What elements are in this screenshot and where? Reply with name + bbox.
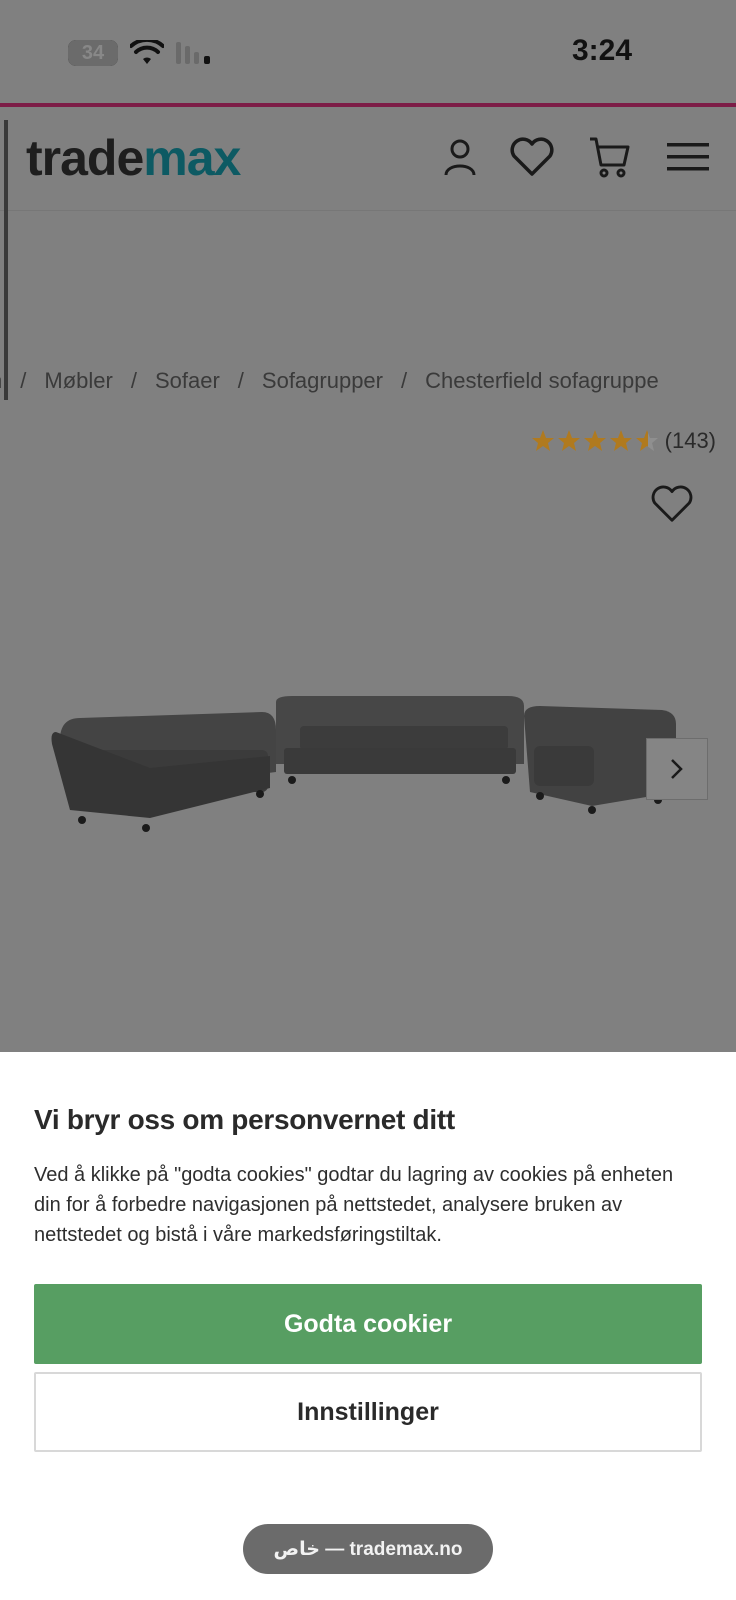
product-image[interactable] <box>0 660 736 860</box>
breadcrumb: n / Møbler / Sofaer / Sofagrupper / Ches… <box>0 368 659 394</box>
status-bar: 34 3:24 <box>0 0 736 104</box>
status-indicators: 34 <box>68 40 214 66</box>
cookie-title: Vi bryr oss om personvernet ditt <box>34 1104 455 1135</box>
cookie-description: Ved å klikke på "godta cookies" godtar d… <box>34 1164 674 1246</box>
add-to-wishlist-button[interactable] <box>650 484 694 529</box>
trademax-logo[interactable]: trademax <box>26 129 241 187</box>
breadcrumb-separator: / <box>20 368 27 393</box>
logo-part2: max <box>143 130 241 186</box>
star-icon <box>609 430 632 451</box>
heart-icon <box>651 485 693 522</box>
breadcrumb-item-mobler[interactable]: Møbler <box>44 368 112 394</box>
site-header: trademax <box>0 107 736 211</box>
breadcrumb-separator: / <box>130 368 137 393</box>
logo-part1: trade <box>26 130 144 186</box>
signal-icon <box>176 42 210 64</box>
wishlist-heart-icon[interactable] <box>508 133 556 181</box>
rating-count: (143) <box>664 428 716 453</box>
breadcrumb-item-sofagrupper[interactable]: Sofagrupper <box>262 368 383 394</box>
chevron-right-icon <box>671 759 683 779</box>
wifi-icon <box>130 40 164 64</box>
product-rating[interactable]: (143) <box>531 428 716 454</box>
cookie-consent-panel: Vi bryr oss om personvernet ditt Ved å k… <box>0 1052 736 1600</box>
breadcrumb-item-sofaer[interactable]: Sofaer <box>155 368 220 394</box>
breadcrumb-separator: / <box>237 368 244 393</box>
battery-level: 34 <box>68 40 118 66</box>
star-icon <box>531 430 554 451</box>
cookie-settings-button[interactable]: Innstillinger <box>34 1372 702 1452</box>
half-star-icon <box>635 430 658 451</box>
breadcrumb-item-current: Chesterfield sofagruppe <box>425 368 659 393</box>
sofa-three-seater <box>276 696 524 784</box>
status-time: 3:24 <box>571 34 632 67</box>
accept-cookies-button[interactable]: Godta cookier <box>34 1284 702 1364</box>
next-image-button[interactable] <box>646 738 708 800</box>
battery-icon: 34 <box>68 40 118 66</box>
rating-stars <box>531 429 659 453</box>
sofa-two-seater <box>51 712 276 832</box>
account-icon[interactable] <box>436 133 484 181</box>
star-icon <box>583 430 606 451</box>
star-icon <box>557 430 580 451</box>
breadcrumb-separator: / <box>401 368 408 393</box>
browser-url-pill[interactable]: خاص — trademax.no <box>243 1524 493 1574</box>
cart-icon[interactable] <box>586 133 634 181</box>
breadcrumb-item[interactable]: n <box>0 368 2 394</box>
menu-icon[interactable] <box>664 133 712 181</box>
scroll-indicator <box>4 120 8 400</box>
